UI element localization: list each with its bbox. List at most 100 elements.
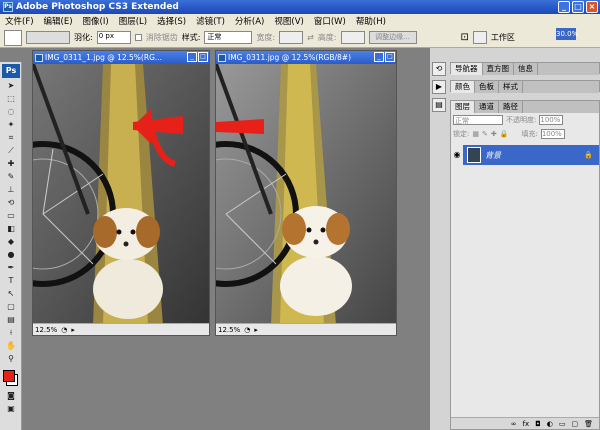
layer-row-background[interactable]: ◉ 背景 🔒 <box>451 145 599 165</box>
document-title-bar[interactable]: IMG_0311.jpg @ 12.5%(RGB/8#) _ □ <box>216 51 396 64</box>
crop-tool-icon[interactable]: ⌗ <box>4 132 18 143</box>
path-select-icon[interactable]: ↖ <box>4 288 18 299</box>
healing-tool-icon[interactable]: ✚ <box>4 158 18 169</box>
history-panel-icon[interactable]: ⟲ <box>432 62 446 76</box>
zoom-level[interactable]: 12.5% <box>35 326 57 334</box>
paint-bucket-icon[interactable]: ◧ <box>4 223 18 234</box>
blend-mode-select[interactable]: 正常 <box>453 115 503 125</box>
tab-swatches[interactable]: 色板 <box>475 81 499 93</box>
width-input[interactable] <box>279 31 304 44</box>
status-icon[interactable]: ◔ <box>244 326 250 334</box>
refine-edge-button[interactable]: 调整边缘... <box>368 31 417 44</box>
actions-panel-icon[interactable]: ▶ <box>432 80 446 94</box>
document-status-bar: 12.5% ◔ ▸ <box>33 323 209 335</box>
menu-edit[interactable]: 编辑(E) <box>39 15 78 27</box>
menu-file[interactable]: 文件(F) <box>0 15 39 27</box>
menu-filter[interactable]: 滤镜(T) <box>191 15 230 27</box>
menu-select[interactable]: 选择(S) <box>152 15 191 27</box>
zoom-level[interactable]: 12.5% <box>218 326 240 334</box>
slice-tool-icon[interactable]: ⟋ <box>4 145 18 156</box>
opacity-input[interactable]: 100% <box>539 115 564 125</box>
brush-tool-icon[interactable]: ✎ <box>4 171 18 182</box>
hand-tool-icon[interactable]: ✋ <box>4 340 18 351</box>
fill-input[interactable]: 100% <box>540 129 565 139</box>
foreground-color-swatch[interactable] <box>3 370 15 382</box>
add-mask-icon[interactable]: ◘ <box>535 418 541 429</box>
status-arrow-icon[interactable]: ▸ <box>254 326 258 334</box>
camera-icon[interactable]: ⊡ <box>461 32 469 43</box>
doc-maximize-button[interactable]: □ <box>385 52 395 62</box>
menu-image[interactable]: 图像(I) <box>78 15 114 27</box>
doc-icon[interactable] <box>472 31 487 44</box>
doc-maximize-button[interactable]: □ <box>198 52 208 62</box>
move-tool-icon[interactable]: ➤ <box>4 80 18 91</box>
status-arrow-icon[interactable]: ▸ <box>71 326 75 334</box>
menu-help[interactable]: 帮助(H) <box>351 15 391 27</box>
delete-layer-icon[interactable]: 🗑 <box>584 418 593 429</box>
pen-tool-icon[interactable]: ✒ <box>4 262 18 273</box>
feather-label: 羽化: <box>74 33 93 42</box>
adjustment-layer-icon[interactable]: ◐ <box>547 418 553 429</box>
tab-channels[interactable]: 通道 <box>475 101 499 113</box>
lock-all-icon[interactable]: 🔒 <box>500 130 509 138</box>
minimize-button[interactable]: _ <box>558 1 570 13</box>
document-window-1[interactable]: IMG_0311_1.jpg @ 12.5%(RG... _ □ 12.5% ◔… <box>32 50 210 336</box>
screen-mode-icon[interactable]: ▣ <box>4 403 18 414</box>
dodge-tool-icon[interactable]: ● <box>4 249 18 260</box>
maximize-button[interactable]: □ <box>572 1 584 13</box>
tool-presets-icon[interactable]: ▤ <box>432 98 446 112</box>
visibility-eye-icon[interactable]: ◉ <box>451 145 463 165</box>
type-tool-icon[interactable]: T <box>4 275 18 286</box>
tab-paths[interactable]: 路径 <box>499 101 523 113</box>
link-layers-icon[interactable]: ∞ <box>511 418 517 429</box>
selection-mode-icons[interactable] <box>26 31 70 44</box>
document-window-2[interactable]: IMG_0311.jpg @ 12.5%(RGB/8#) _ □ 12.5% ◔… <box>215 50 397 336</box>
height-input[interactable] <box>340 31 365 44</box>
notes-tool-icon[interactable]: ▤ <box>4 314 18 325</box>
fx-icon[interactable]: fx <box>523 418 530 429</box>
workspace-label[interactable]: 工作区 <box>491 32 515 43</box>
status-icon[interactable]: ◔ <box>61 326 67 334</box>
document-title-bar[interactable]: IMG_0311_1.jpg @ 12.5%(RG... _ □ <box>33 51 209 64</box>
menu-view[interactable]: 视图(V) <box>269 15 308 27</box>
document-icon <box>218 53 226 62</box>
collapsed-panel-icons: ⟲ ▶ ▤ <box>432 62 446 116</box>
eraser-tool-icon[interactable]: ▭ <box>4 210 18 221</box>
tab-info[interactable]: 信息 <box>514 63 538 75</box>
doc-minimize-button[interactable]: _ <box>187 52 197 62</box>
new-group-icon[interactable]: ▭ <box>559 418 566 429</box>
feather-input[interactable]: 0 px <box>96 31 131 44</box>
lock-transparency-icon[interactable]: ▦ <box>472 130 479 138</box>
magic-wand-icon[interactable]: ✦ <box>4 119 18 130</box>
new-layer-icon[interactable]: ▢ <box>571 418 578 429</box>
menu-layer[interactable]: 图层(L) <box>114 15 152 27</box>
layer-name[interactable]: 背景 <box>485 150 501 161</box>
image-canvas[interactable] <box>216 64 396 323</box>
menu-analysis[interactable]: 分析(A) <box>230 15 269 27</box>
lock-pixels-icon[interactable]: ✎ <box>482 130 488 138</box>
tab-histogram[interactable]: 直方图 <box>483 63 514 75</box>
swap-icon[interactable]: ⇄ <box>307 33 314 42</box>
close-button[interactable]: × <box>586 1 598 13</box>
stamp-tool-icon[interactable]: ⊥ <box>4 184 18 195</box>
image-canvas[interactable] <box>33 64 209 323</box>
tab-styles[interactable]: 样式 <box>499 81 523 93</box>
shape-tool-icon[interactable]: ▢ <box>4 301 18 312</box>
quick-mask-icon[interactable]: ◙ <box>4 390 18 401</box>
zoom-tool-icon[interactable]: ⚲ <box>4 353 18 364</box>
tab-color[interactable]: 颜色 <box>451 81 475 93</box>
lasso-tool-icon[interactable]: ◌ <box>4 106 18 117</box>
lock-position-icon[interactable]: ✚ <box>491 130 497 138</box>
color-swatches[interactable] <box>0 366 21 388</box>
marquee-tool-icon[interactable]: ⬚ <box>4 93 18 104</box>
menu-window[interactable]: 窗口(W) <box>309 15 351 27</box>
history-brush-icon[interactable]: ⟲ <box>4 197 18 208</box>
tab-layers[interactable]: 图层 <box>451 101 475 113</box>
antialias-checkbox[interactable] <box>134 34 142 41</box>
marquee-tool-preset-icon[interactable] <box>4 29 22 46</box>
blur-tool-icon[interactable]: ◆ <box>4 236 18 247</box>
eyedropper-icon[interactable]: ⟊ <box>4 327 18 338</box>
style-select[interactable]: 正常 <box>204 31 253 44</box>
tab-navigator[interactable]: 导航器 <box>451 63 483 75</box>
doc-minimize-button[interactable]: _ <box>374 52 384 62</box>
